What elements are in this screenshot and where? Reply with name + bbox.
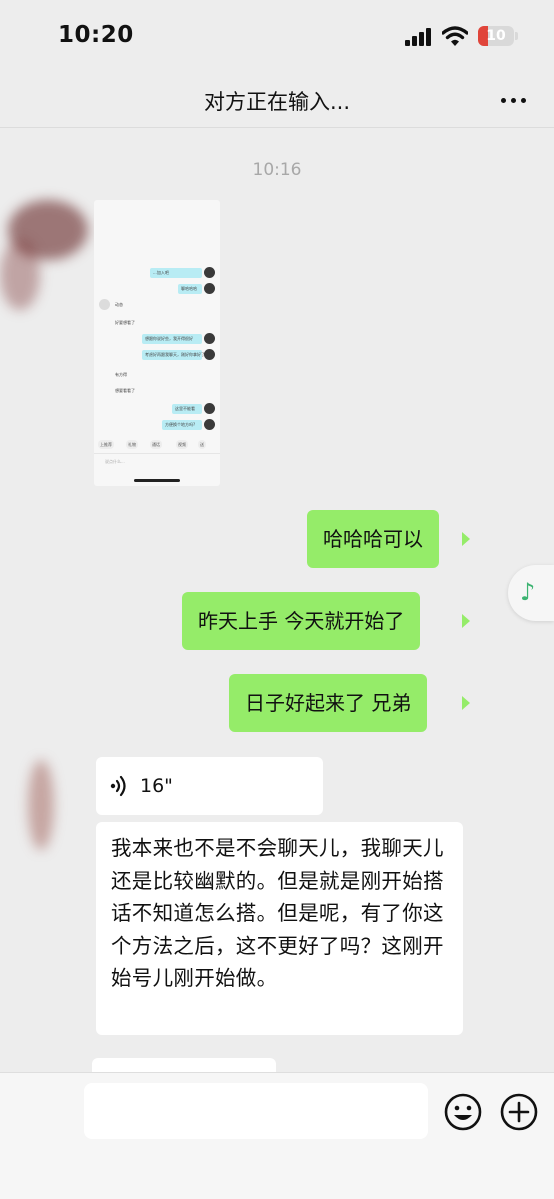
message-input[interactable]	[84, 1083, 428, 1139]
thumbnail-chip: 视频	[176, 440, 188, 449]
thumbnail-message-row: ...加入吧	[150, 268, 202, 278]
thumbnail-message-text: 动态	[115, 302, 123, 307]
incoming-message[interactable]: 我本来也不是不会聊天儿，我聊天儿还是比较幽默的。但是就是刚开始搭话不知道怎么搭。…	[96, 822, 463, 1035]
plus-icon[interactable]	[499, 1092, 539, 1132]
thumbnail-chip: 礼物	[126, 440, 138, 449]
voice-wave-icon	[110, 775, 126, 797]
thumbnail-avatar	[204, 403, 215, 414]
signal-icon	[405, 28, 435, 46]
thumbnail-chip: 通话	[150, 440, 162, 449]
battery-level: 10	[486, 28, 506, 44]
message-timestamp: 10:16	[252, 160, 302, 180]
thumbnail-avatar	[204, 267, 215, 278]
thumbnail-chip: 送	[198, 440, 206, 449]
thumbnail-avatar	[204, 333, 215, 344]
incoming-message-partial[interactable]	[92, 1058, 276, 1072]
thumbnail-home-indicator	[134, 479, 180, 482]
thumbnail-chip: 上推荐	[98, 440, 114, 449]
chat-header: 对方正在输入...	[0, 72, 554, 128]
outgoing-message[interactable]: 日子好起来了 兄弟	[229, 674, 428, 732]
music-float-button[interactable]: ♪	[508, 565, 554, 621]
status-time: 10:20	[58, 22, 134, 48]
music-note-icon: ♪	[520, 578, 536, 606]
thumbnail-avatar	[99, 299, 110, 310]
voice-message[interactable]: 16"	[96, 757, 323, 815]
wifi-icon	[442, 26, 468, 46]
bubble-tail	[462, 696, 470, 710]
thumbnail-input-bar: 说点什么...	[94, 453, 220, 469]
image-message-thumbnail[interactable]: ...加入吧聊哈哈哈动态好要想看了想跟你说好些，我开得很好考虑好再跟我聊天，刚好…	[94, 200, 220, 486]
thumbnail-message-text: 好要想看了	[115, 320, 135, 325]
thumbnail-message-row: 想要看看了	[112, 386, 140, 396]
thumbnail-message-text: 想跟你说好些，我开得很好	[145, 336, 193, 341]
thumbnail-message-row: 想跟你说好些，我开得很好	[142, 334, 202, 344]
thumbnail-message-text: 考虑好再跟我聊天，刚好你拿好了	[145, 352, 205, 357]
more-icon[interactable]	[498, 90, 530, 110]
chat-title: 对方正在输入...	[203, 90, 351, 114]
voice-duration: 16"	[140, 775, 173, 797]
thumbnail-input-placeholder: 说点什么...	[105, 459, 125, 464]
thumbnail-avatar	[204, 419, 215, 430]
smudge-mark	[0, 240, 40, 310]
bubble-tail	[462, 532, 470, 546]
outgoing-message[interactable]: 哈哈哈可以	[307, 510, 439, 568]
thumbnail-avatar	[204, 349, 215, 360]
thumbnail-message-text: ...加入吧	[153, 270, 169, 275]
thumbnail-message-text: 有方得	[115, 372, 127, 377]
battery-cap	[515, 32, 518, 40]
thumbnail-avatar	[204, 283, 215, 294]
smudge-mark	[28, 760, 54, 850]
thumbnail-message-text: 聊哈哈哈	[181, 286, 197, 291]
thumbnail-message-row: 好要想看了	[112, 318, 138, 328]
thumbnail-message-text: 方便换个地方吗?	[165, 422, 196, 427]
thumbnail-message-text: 这里不能看	[175, 406, 195, 411]
thumbnail-message-row: 有方得	[112, 370, 127, 380]
emoji-icon[interactable]	[443, 1092, 483, 1132]
input-bar	[0, 1072, 554, 1199]
thumbnail-message-row: 考虑好再跟我聊天，刚好你拿好了	[142, 350, 205, 360]
thumbnail-chip-row: 上推荐 礼物 通话 视频 送	[94, 438, 220, 450]
status-bar: 10:20 10	[0, 0, 554, 72]
outgoing-message[interactable]: 昨天上手 今天就开始了	[182, 592, 421, 650]
battery-icon: 10	[478, 26, 514, 46]
thumbnail-message-text: 想要看看了	[115, 388, 135, 393]
thumbnail-message-row: 动态	[112, 300, 130, 310]
thumbnail-message-row: 方便换个地方吗?	[162, 420, 202, 430]
bubble-tail	[462, 614, 470, 628]
thumbnail-message-row: 聊哈哈哈	[178, 284, 202, 294]
thumbnail-message-row: 这里不能看	[172, 404, 202, 414]
